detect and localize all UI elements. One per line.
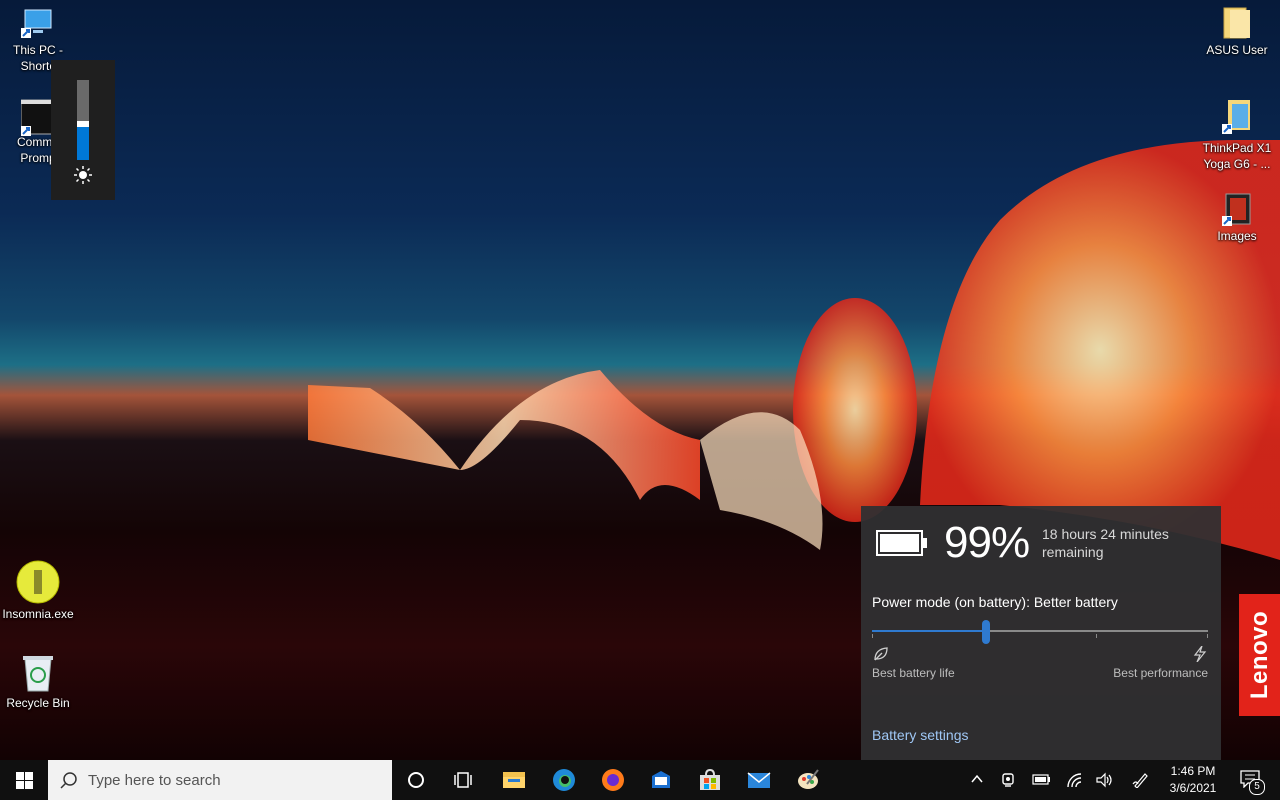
taskbar-search-box[interactable]: Type here to search (48, 760, 392, 800)
battery-time-remaining: 18 hours 24 minutes remaining (1042, 526, 1169, 560)
command-prompt-icon (20, 98, 60, 136)
battery-icon (876, 530, 927, 556)
paint-button[interactable] (784, 760, 832, 800)
this-pc-icon (21, 6, 55, 40)
battery-percentage: 99% (944, 518, 1030, 567)
action-center-button[interactable]: 5 (1232, 760, 1280, 800)
tray-app-button[interactable] (996, 760, 1020, 800)
insomnia-icon (16, 560, 60, 604)
firefox-button[interactable] (589, 760, 637, 800)
battery-tray-button[interactable] (1030, 760, 1054, 800)
slider-fill (872, 630, 987, 632)
best-performance-label: Best performance (1113, 666, 1208, 680)
webcam-icon (1002, 773, 1014, 787)
brightness-slider-thumb[interactable] (77, 121, 89, 127)
battery-tray-icon (1032, 774, 1050, 785)
mail-button[interactable] (735, 760, 783, 800)
brightness-slider[interactable] (77, 80, 89, 160)
file-explorer-button[interactable] (490, 760, 538, 800)
battery-flyout: 99% 18 hours 24 minutes remaining Power … (861, 506, 1221, 760)
power-mode-slider[interactable] (872, 620, 1208, 644)
windows-logo-icon (16, 772, 33, 789)
edge-icon (553, 769, 575, 791)
wifi-icon (1067, 773, 1082, 788)
outlook-icon (652, 771, 670, 788)
speaker-icon (1096, 772, 1112, 788)
search-placeholder: Type here to search (88, 772, 221, 789)
clock-date: 3/6/2021 (1169, 781, 1217, 795)
chevron-up-icon (971, 774, 983, 783)
battery-settings-link[interactable]: Battery settings (872, 727, 969, 743)
show-hidden-icons-button[interactable] (966, 760, 988, 800)
clock-time: 1:46 PM (1170, 764, 1216, 778)
mail-icon (747, 772, 771, 788)
store-button[interactable] (686, 760, 734, 800)
slider-tick (1207, 634, 1208, 638)
brightness-flyout (51, 60, 115, 200)
images-icon (1220, 192, 1254, 226)
start-button[interactable] (0, 760, 48, 800)
document-icon (1220, 98, 1254, 138)
task-view-icon (454, 772, 472, 788)
lenovo-logo: Lenovo (1239, 594, 1280, 716)
file-explorer-icon (503, 772, 525, 788)
slider-tick (1096, 634, 1097, 638)
edge-button[interactable] (540, 760, 588, 800)
network-tray-button[interactable] (1062, 760, 1086, 800)
store-icon (700, 768, 720, 790)
taskbar-clock[interactable]: 1:46 PM 3/6/2021 (1163, 763, 1223, 797)
sun-icon (74, 166, 92, 184)
lightning-bolt-icon (1193, 646, 1207, 662)
pen-tray-button[interactable] (1128, 760, 1152, 800)
best-battery-life-label: Best battery life (872, 666, 955, 680)
desktop-icon-thinkpad-doc[interactable]: ThinkPad X1 Yoga G6 - ... (1199, 98, 1275, 172)
desktop-icon-recycle-bin[interactable]: Recycle Bin (0, 653, 76, 711)
recycle-bin-icon (21, 653, 55, 693)
desktop-icon-insomnia[interactable]: Insomnia.exe (0, 560, 76, 622)
taskbar: Type here to search 1:46 PM 3/6/2021 5 (0, 760, 1280, 800)
volume-tray-button[interactable] (1092, 760, 1116, 800)
desktop-icon-images[interactable]: Images (1199, 192, 1275, 244)
outlook-button[interactable] (637, 760, 685, 800)
power-mode-slider-thumb[interactable] (982, 620, 991, 644)
firefox-icon (602, 769, 624, 791)
desktop-icon-asus-user[interactable]: ASUS User (1199, 6, 1275, 58)
leaf-icon (874, 647, 888, 661)
search-icon (60, 772, 77, 789)
slider-tick (872, 634, 873, 638)
cortana-button[interactable] (392, 760, 440, 800)
lenovo-logo-text: Lenovo (1245, 610, 1273, 700)
cortana-icon (408, 772, 424, 788)
notification-count-badge: 5 (1249, 779, 1265, 795)
brightness-level-fill (77, 124, 89, 160)
paint-icon (798, 769, 819, 789)
folder-icon (1220, 6, 1254, 40)
power-mode-label: Power mode (on battery): Better battery (872, 594, 1118, 610)
task-view-button[interactable] (440, 760, 488, 800)
pen-icon (1132, 773, 1148, 788)
